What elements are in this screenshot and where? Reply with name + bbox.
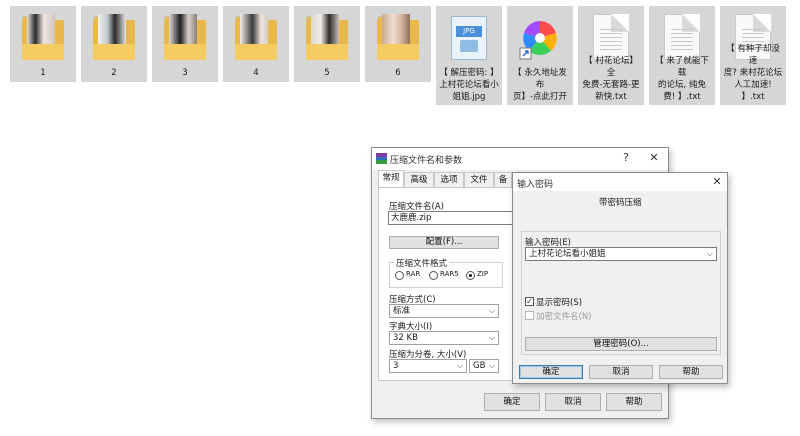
folder-icon bbox=[306, 14, 348, 60]
folder-item-4[interactable]: 4 bbox=[223, 6, 289, 82]
archive-dialog-titlebar[interactable]: 压缩文件名和参数 ? ✕ bbox=[372, 148, 668, 170]
config-button[interactable]: 配置(F)... bbox=[389, 236, 499, 249]
ok-button[interactable]: 确定 bbox=[519, 365, 583, 379]
format-zip-radio[interactable] bbox=[466, 271, 475, 280]
tab-general[interactable]: 常规 bbox=[378, 170, 404, 188]
tab-backup[interactable]: 备 bbox=[494, 172, 512, 188]
winrar-icon bbox=[376, 153, 387, 164]
format-rar5-label: RAR5 bbox=[440, 270, 459, 278]
cancel-button[interactable]: 取消 bbox=[589, 365, 653, 379]
folder-item-5[interactable]: 5 bbox=[294, 6, 360, 82]
show-password-checkbox[interactable]: ✓ bbox=[525, 297, 534, 306]
file-item-jpg[interactable]: JPG 【 解压密码: 】 上村花论坛看小 姐姐.jpg bbox=[436, 6, 502, 105]
file-item-shortcut[interactable]: 【 永久地址发布 页】-点此打开 bbox=[507, 6, 573, 105]
help-button[interactable]: 帮助 bbox=[659, 365, 723, 379]
tab-advanced[interactable]: 高级 bbox=[404, 172, 434, 188]
folder-label: 5 bbox=[324, 68, 330, 78]
file-item-txt-3[interactable]: 【 有种子却没速 度? 来村花论坛 人工加速! 】.txt bbox=[720, 6, 786, 105]
password-dialog-title: 输入密码 bbox=[517, 180, 554, 190]
folder-label: 1 bbox=[40, 68, 46, 78]
chevron-down-icon: ⌵ bbox=[488, 361, 495, 370]
archive-format-label: 压缩文件格式 bbox=[394, 257, 450, 269]
split-size-input[interactable]: 3 ⌵ bbox=[389, 359, 467, 373]
password-dialog-titlebar[interactable]: 输入密码 ✕ bbox=[513, 173, 727, 191]
folder-icon bbox=[93, 14, 135, 60]
archive-name-input[interactable]: 大鹿鹿.zip bbox=[388, 211, 516, 225]
split-unit-value: GB bbox=[473, 361, 486, 371]
help-icon[interactable]: ? bbox=[618, 151, 634, 164]
text-file-icon bbox=[593, 14, 629, 60]
browser-shortcut-icon bbox=[518, 16, 562, 60]
chevron-down-icon: ⌵ bbox=[488, 333, 495, 342]
compression-method-select[interactable]: 标准 ⌵ bbox=[389, 304, 499, 318]
file-label: 【 解压密码: 】 上村花论坛看小 姐姐.jpg bbox=[439, 68, 499, 102]
folder-icon bbox=[22, 14, 64, 60]
close-icon[interactable]: ✕ bbox=[646, 151, 662, 164]
folder-label: 6 bbox=[395, 68, 401, 78]
jpg-badge: JPG bbox=[456, 26, 482, 37]
password-input[interactable]: 上村花论坛看小姐姐 ⌵ bbox=[525, 247, 717, 261]
format-rar5-radio[interactable] bbox=[429, 271, 438, 280]
encrypt-filenames-checkbox[interactable] bbox=[525, 311, 534, 320]
tab-files[interactable]: 文件 bbox=[464, 172, 494, 188]
text-file-icon bbox=[664, 14, 700, 60]
file-item-txt-2[interactable]: 【 来了就能下载 的论坛, 纯免 费! 】.txt bbox=[649, 6, 715, 105]
format-rar-radio[interactable] bbox=[395, 271, 404, 280]
folder-icon bbox=[235, 14, 277, 60]
format-rar-label: RAR bbox=[406, 270, 421, 278]
chevron-down-icon: ⌵ bbox=[456, 361, 463, 370]
folder-icon bbox=[164, 14, 206, 60]
password-dialog-subtitle: 带密码压缩 bbox=[599, 198, 642, 208]
folder-item-3[interactable]: 3 bbox=[152, 6, 218, 82]
dictionary-size-select[interactable]: 32 KB ⌵ bbox=[389, 331, 499, 345]
close-icon[interactable]: ✕ bbox=[709, 175, 725, 188]
manage-passwords-button[interactable]: 管理密码(O)... bbox=[525, 337, 717, 351]
cancel-button[interactable]: 取消 bbox=[545, 393, 601, 411]
file-label: 【 永久地址发布 页】-点此打开 bbox=[512, 68, 568, 102]
encrypt-filenames-label: 加密文件名(N) bbox=[536, 312, 592, 322]
tab-options[interactable]: 选项 bbox=[434, 172, 464, 188]
chevron-down-icon: ⌵ bbox=[706, 249, 713, 258]
split-unit-select[interactable]: GB ⌵ bbox=[469, 359, 499, 373]
file-label: 【 来了就能下载 的论坛, 纯免 费! 】.txt bbox=[655, 56, 709, 102]
chevron-down-icon: ⌵ bbox=[488, 306, 495, 315]
file-label: 【 有种子却没速 度? 来村花论坛 人工加速! 】.txt bbox=[723, 44, 783, 102]
file-item-txt-1[interactable]: 【 村花论坛】全 免费-无套路-更 新快.txt bbox=[578, 6, 644, 105]
archive-dialog-title: 压缩文件名和参数 bbox=[390, 156, 463, 166]
folder-label: 4 bbox=[253, 68, 259, 78]
format-zip-label: ZIP bbox=[477, 270, 489, 278]
help-button[interactable]: 帮助 bbox=[606, 393, 662, 411]
show-password-label: 显示密码(S) bbox=[536, 298, 583, 308]
folder-item-6[interactable]: 6 bbox=[365, 6, 431, 82]
image-file-icon: JPG bbox=[451, 16, 487, 60]
ok-button[interactable]: 确定 bbox=[484, 393, 540, 411]
dictionary-size-value: 32 KB bbox=[393, 333, 418, 343]
folder-item-1[interactable]: 1 bbox=[10, 6, 76, 82]
folder-label: 3 bbox=[182, 68, 188, 78]
compression-method-value: 标准 bbox=[393, 306, 411, 316]
folder-icon bbox=[377, 14, 419, 60]
password-dialog: 输入密码 ✕ 带密码压缩 输入密码(E) 上村花论坛看小姐姐 ⌵ ✓ 显示密码(… bbox=[512, 172, 728, 384]
password-value: 上村花论坛看小姐姐 bbox=[529, 249, 606, 259]
folder-item-2[interactable]: 2 bbox=[81, 6, 147, 82]
file-label: 【 村花论坛】全 免费-无套路-更 新快.txt bbox=[582, 56, 640, 102]
password-dialog-header: 带密码压缩 bbox=[513, 191, 727, 211]
split-size-value: 3 bbox=[393, 361, 399, 371]
folder-label: 2 bbox=[111, 68, 117, 78]
